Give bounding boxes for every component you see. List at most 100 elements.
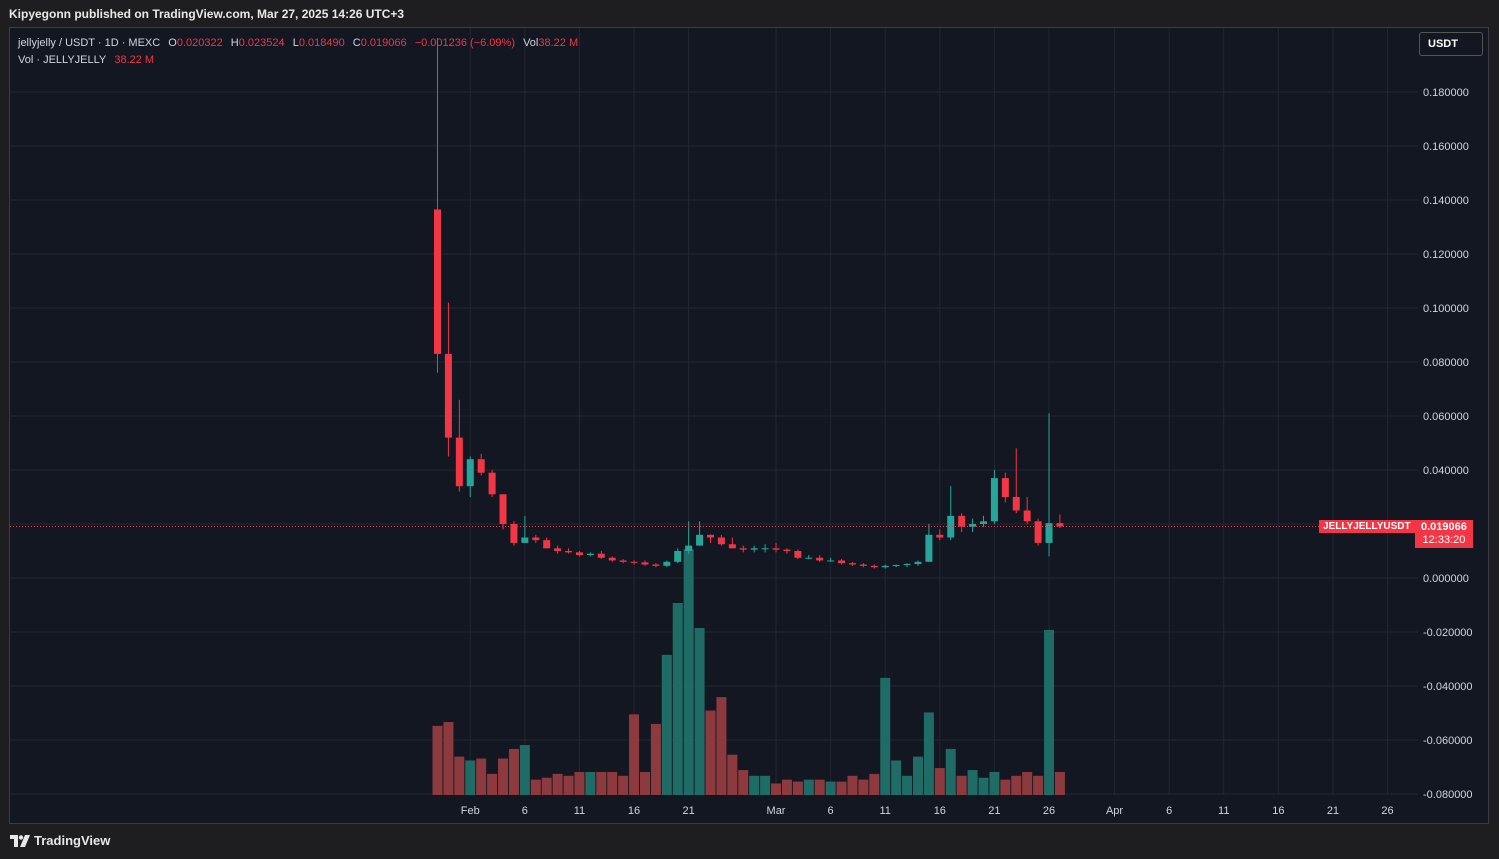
symbol-info[interactable]: jellyjelly / USDT · 1D · MEXC: [18, 37, 160, 49]
volume-bar: [760, 775, 771, 795]
candle-body: [783, 549, 791, 551]
candle-body: [827, 560, 835, 562]
candle-body: [477, 459, 485, 473]
candle-body: [652, 564, 660, 566]
volume-row: Vol · JELLYJELLY 38.22 M: [18, 52, 583, 69]
high-label: H: [230, 37, 239, 49]
ohlc-row: jellyjelly / USDT · 1D · MEXC O0.020322 …: [18, 35, 583, 52]
candle-body: [532, 537, 540, 541]
volume-bar: [661, 654, 672, 795]
bar-countdown: 12:33:20: [1422, 534, 1466, 546]
volume-label: Vol: [523, 37, 539, 49]
volume-bar: [869, 773, 880, 795]
volume-bar: [530, 779, 541, 795]
open-label: O: [168, 37, 177, 49]
candle: [990, 470, 998, 524]
volume-bar: [847, 775, 858, 795]
candle-body: [816, 557, 824, 561]
volume-bar: [487, 773, 498, 795]
candle-body: [805, 557, 813, 559]
volume-bar: [508, 748, 519, 795]
time-tick-label: 16: [934, 805, 946, 817]
candle-body: [1012, 497, 1020, 511]
candle-body: [892, 565, 900, 567]
volume-bar: [683, 549, 694, 795]
volume-bar: [519, 745, 530, 795]
volume-bar: [1033, 775, 1044, 795]
price-tick-label: -0.060000: [1423, 735, 1473, 747]
price-tick-label: 0.180000: [1423, 87, 1469, 99]
plot-background: [10, 28, 1418, 795]
close-label: C: [352, 37, 361, 49]
candle-body: [870, 565, 878, 568]
candle-body: [914, 561, 922, 564]
candle-body: [488, 472, 496, 495]
volume-bar: [1044, 629, 1055, 795]
volume-bar: [465, 760, 476, 795]
candle-body: [565, 551, 573, 553]
candle: [488, 470, 496, 497]
candle-body: [925, 534, 933, 562]
volume-bar: [585, 771, 596, 795]
tradingview-brand: TradingView: [34, 833, 111, 848]
candle-body: [696, 534, 704, 546]
candle: [794, 549, 802, 560]
volume-indicator-value: 38.22 M: [114, 54, 155, 66]
time-tick-label: 11: [880, 805, 891, 817]
candle-body: [947, 515, 955, 538]
volume-bar: [607, 771, 618, 795]
price-tick-label: 0.060000: [1423, 411, 1469, 423]
volume-bar: [498, 758, 509, 795]
volume-bar: [923, 712, 934, 795]
candle-body: [728, 544, 736, 549]
candle-body: [717, 537, 725, 545]
volume-bar: [934, 768, 945, 795]
price-tick-label: -0.040000: [1423, 681, 1473, 693]
candle-body: [619, 560, 627, 562]
time-tick-label: 11: [1218, 805, 1229, 817]
volume-bar: [629, 714, 640, 795]
candle-body: [761, 548, 769, 550]
tradingview-logo[interactable]: TradingView: [10, 833, 110, 848]
candle-body: [1056, 523, 1064, 527]
volume-bar: [967, 770, 978, 795]
candle-body: [859, 564, 867, 566]
volume-value: 38.22 M: [538, 37, 579, 49]
time-tick-label: 16: [1272, 805, 1284, 817]
last-price-symbol-label: JELLYJELLYUSDT: [1319, 520, 1415, 533]
candlestick-chart[interactable]: 0.180000 0.160000 0.140000 0.120000 0.100000…: [10, 28, 1488, 823]
volume-bar: [596, 771, 607, 795]
chart-legend: jellyjelly / USDT · 1D · MEXC O0.020322 …: [18, 35, 583, 69]
volume-bar: [803, 779, 814, 795]
candle-body: [554, 548, 562, 551]
volume-bar: [1022, 771, 1033, 795]
currency-unit-button[interactable]: USDT: [1419, 32, 1483, 56]
volume-bar: [792, 781, 803, 795]
time-tick-label: 11: [574, 805, 585, 817]
low-value: 0.018490: [298, 37, 345, 49]
candle-body: [434, 209, 441, 354]
volume-indicator-label[interactable]: Vol · JELLYJELLY: [18, 54, 106, 66]
volume-bar: [891, 760, 902, 795]
candle-body: [466, 459, 474, 487]
candle-body: [575, 552, 583, 556]
volume-bar: [1011, 775, 1022, 795]
candle: [510, 521, 518, 546]
candle-body: [597, 553, 605, 558]
volume-bar: [694, 627, 705, 795]
price-tick-label: 0.160000: [1423, 141, 1469, 153]
volume-bar: [771, 783, 782, 795]
last-price-value: 0.019066: [1421, 521, 1467, 533]
volume-bar: [814, 779, 825, 795]
volume-bar: [443, 722, 454, 795]
candle-body: [1001, 478, 1009, 497]
volume-bar: [858, 779, 869, 795]
candle-body: [521, 537, 529, 543]
volume-bar: [956, 775, 967, 795]
volume-bar: [989, 771, 1000, 795]
candle-body: [630, 561, 638, 563]
tradingview-logo-icon: [10, 834, 30, 847]
volume-bar: [1000, 779, 1011, 795]
change-value: −0.001236 (−6.09%): [414, 37, 515, 49]
candle-body: [990, 478, 998, 522]
